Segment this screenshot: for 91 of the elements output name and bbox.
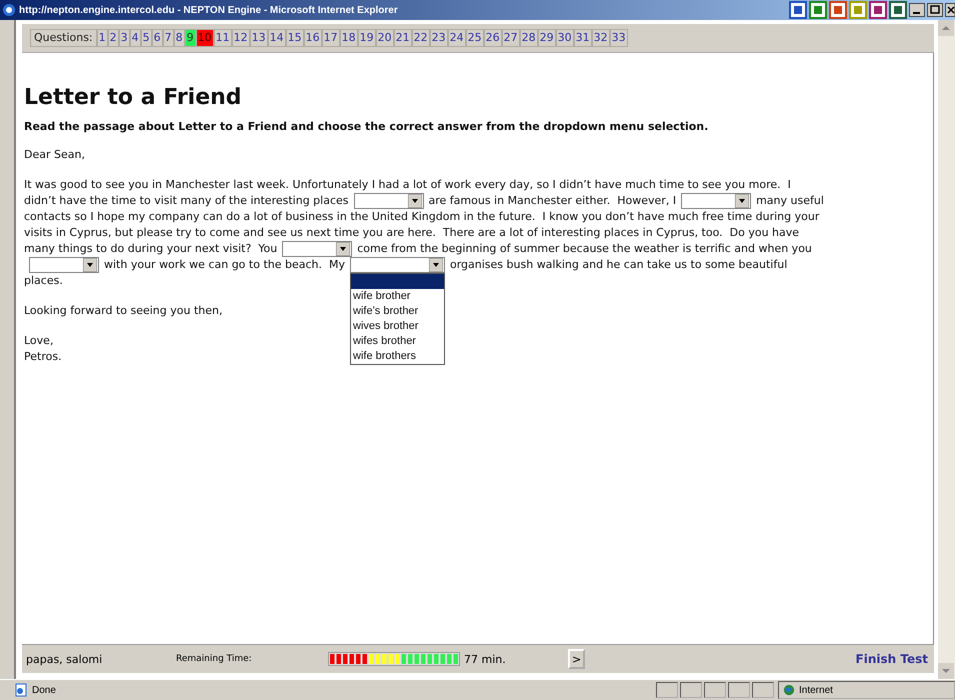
status-pane bbox=[656, 682, 678, 698]
question-link[interactable]: 16 bbox=[304, 29, 322, 47]
dropdown-option[interactable]: wife brothers bbox=[351, 349, 444, 364]
dropdown-option[interactable]: wife brother bbox=[351, 289, 444, 304]
question-link[interactable]: 9 bbox=[184, 29, 196, 47]
app-icon[interactable] bbox=[809, 1, 827, 19]
question-link[interactable]: 15 bbox=[286, 29, 304, 47]
app-icon[interactable] bbox=[829, 1, 847, 19]
app-icon[interactable] bbox=[869, 1, 887, 19]
question-link[interactable]: 23 bbox=[430, 29, 448, 47]
dropdown-option[interactable]: wife’s brother bbox=[351, 304, 444, 320]
question-link[interactable]: 13 bbox=[250, 29, 268, 47]
globe-icon bbox=[783, 684, 795, 696]
remaining-time: 77 min. bbox=[464, 652, 507, 666]
passage-text: Looking forward to seeing you then, bbox=[24, 304, 222, 318]
security-zone: Internet bbox=[799, 684, 833, 696]
question-link[interactable]: 6 bbox=[152, 29, 163, 47]
questions-label: Questions: bbox=[30, 29, 97, 47]
caret-icon bbox=[83, 258, 97, 272]
passage-text: It was good to see you in Manchester last week. Unfortunately I had a lot of work every day, so I didn’t have much time to see you more. I bbox=[24, 178, 791, 191]
question-link[interactable]: 24 bbox=[448, 29, 466, 47]
remaining-time-label: Remaining Time: bbox=[176, 654, 253, 664]
caret-icon bbox=[408, 194, 422, 208]
page-icon bbox=[14, 683, 28, 697]
question-link[interactable]: 18 bbox=[340, 29, 358, 47]
maximize-icon[interactable] bbox=[927, 3, 943, 17]
passage-text: come from the beginning of summer because the weather is terrific and when you bbox=[357, 242, 812, 256]
dropdown-option[interactable]: wives brother bbox=[351, 319, 444, 334]
passage-text: didn’t have the time to visit many of the interesting places bbox=[24, 194, 348, 208]
caret-icon bbox=[735, 194, 750, 208]
passage-text: are famous in Manchester either. However, I bbox=[428, 194, 676, 208]
passage-text: with your work we can go to the beach. My bbox=[104, 258, 345, 272]
question-link[interactable]: 3 bbox=[118, 29, 130, 47]
question-link[interactable]: 1 bbox=[96, 29, 108, 47]
question-link[interactable]: 14 bbox=[268, 29, 286, 47]
finish-test-link[interactable]: Finish Test bbox=[856, 652, 928, 666]
question-link[interactable]: 31 bbox=[574, 29, 592, 47]
question-link[interactable]: 28 bbox=[520, 29, 538, 47]
user-name: papas, salomi bbox=[26, 652, 104, 666]
instruction-text: Read the passage about Letter to a Friend and choose the correct answer from the dropdown menu selection. bbox=[24, 120, 710, 133]
question-link[interactable]: 17 bbox=[322, 29, 340, 47]
answer-dropdown[interactable] bbox=[29, 257, 99, 274]
passage-text: many things to do during your next visit? You bbox=[24, 242, 278, 256]
question-link[interactable]: 2 bbox=[108, 29, 119, 47]
answer-dropdown[interactable] bbox=[282, 241, 352, 258]
passage-text: Love, bbox=[24, 334, 54, 348]
status-pane bbox=[752, 682, 774, 698]
question-link[interactable]: 27 bbox=[502, 29, 520, 47]
question-link[interactable]: 20 bbox=[376, 29, 394, 47]
question-link[interactable]: 4 bbox=[130, 29, 141, 47]
answer-dropdown[interactable] bbox=[350, 257, 445, 274]
page-heading: Letter to a Friend bbox=[24, 85, 243, 110]
passage-text: places. bbox=[24, 274, 63, 288]
question-link[interactable]: 5 bbox=[140, 29, 152, 47]
status-text: Done bbox=[32, 684, 57, 696]
close-icon[interactable] bbox=[945, 3, 955, 17]
minimize-icon[interactable] bbox=[909, 3, 925, 17]
question-link[interactable]: 7 bbox=[162, 29, 174, 47]
question-link[interactable]: 25 bbox=[466, 29, 484, 47]
question-link[interactable]: 33 bbox=[610, 29, 628, 47]
dropdown-option[interactable]: wifes brother bbox=[351, 334, 444, 350]
passage-text: organises bush walking and he can take us to some beautiful bbox=[450, 258, 788, 272]
question-link[interactable]: 29 bbox=[538, 29, 556, 47]
question-link[interactable]: 8 bbox=[174, 29, 185, 47]
status-pane bbox=[680, 682, 702, 698]
question-link[interactable]: 10 bbox=[196, 29, 214, 47]
dropdown-option[interactable] bbox=[351, 274, 444, 290]
status-pane bbox=[728, 682, 750, 698]
app-icon[interactable] bbox=[789, 1, 807, 19]
question-link[interactable]: 30 bbox=[556, 29, 574, 47]
question-link[interactable]: 11 bbox=[214, 29, 232, 47]
answer-dropdown[interactable] bbox=[681, 193, 752, 209]
app-icon[interactable] bbox=[889, 1, 907, 19]
passage-text: contacts so I hope my company can do a lot of business in the United Kingdom in the future. I know you don’t have much free time during your bbox=[24, 210, 820, 224]
question-link[interactable]: 21 bbox=[394, 29, 412, 47]
question-link[interactable]: 32 bbox=[592, 29, 610, 47]
browser-icon bbox=[2, 3, 16, 17]
window-title: http://nepton.engine.intercol.edu - NEPTON Engine - Microsoft Internet Explorer bbox=[19, 4, 398, 16]
caret-icon bbox=[429, 258, 443, 272]
passage-text: visits in Cyprus, but please try to come and see us next time you are here. There are a lot of interesting places in Cyprus, too. Do you have bbox=[24, 226, 800, 240]
question-link[interactable]: 26 bbox=[484, 29, 502, 47]
caret-icon bbox=[336, 242, 350, 256]
question-link[interactable]: 22 bbox=[412, 29, 430, 47]
answer-dropdown[interactable] bbox=[354, 193, 424, 209]
status-pane bbox=[704, 682, 726, 698]
question-link[interactable]: 19 bbox=[358, 29, 376, 47]
passage-text: many useful bbox=[756, 194, 824, 208]
passage-text: Dear Sean, bbox=[24, 148, 85, 161]
passage-text: Petros. bbox=[24, 350, 62, 364]
question-link[interactable]: 12 bbox=[232, 29, 250, 47]
next-button[interactable]: > bbox=[568, 649, 586, 669]
